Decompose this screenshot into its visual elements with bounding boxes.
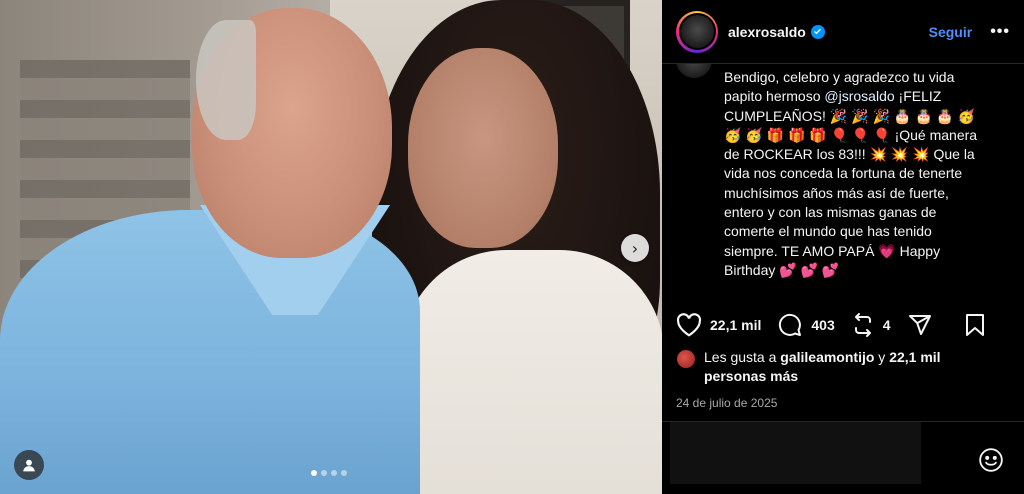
mention-link[interactable]: @jsrosaldo <box>824 88 894 104</box>
caption-text: Bendigo, celebro y agradezco tu vida pap… <box>724 68 1014 280</box>
comment-button[interactable]: 403 <box>777 313 835 337</box>
caption-line: Bendigo, celebro y agradezco tu vida <box>724 69 955 85</box>
repost-icon <box>854 313 871 337</box>
caption-line: CUMPLEAÑOS! 🎉 🎉 🎉 🎂 🎂 🎂 🥳 <box>724 107 976 124</box>
save-button[interactable] <box>964 313 994 337</box>
caption-line: siempre. TE AMO PAPÁ 💗 Happy <box>724 242 941 259</box>
caption-line: comerte el mundo que has tenido <box>724 223 932 240</box>
caption-author-avatar[interactable] <box>676 64 712 78</box>
bookmark-icon <box>966 314 984 336</box>
carousel-dot <box>331 470 337 476</box>
comment-composer <box>662 421 1024 494</box>
author-username[interactable]: alexrosaldo <box>728 24 825 40</box>
post-date[interactable]: 24 de julio de 2025 <box>676 396 777 410</box>
comments-count[interactable]: 403 <box>811 317 834 333</box>
carousel-dot <box>311 470 317 476</box>
caption-line: 🥳 🥳 🎁 🎁 🎁 🎈 🎈 🎈 ¡Qué manera <box>724 126 978 143</box>
chevron-right-icon: › <box>631 238 639 258</box>
photo-woman-shirt <box>402 250 662 494</box>
caption-area: Bendigo, celebro y agradezco tu vida pap… <box>662 64 1024 296</box>
likes-more[interactable]: personas más <box>704 368 798 384</box>
more-options-icon[interactable]: ••• <box>990 23 1010 41</box>
carousel-dot <box>321 470 327 476</box>
carousel-dot <box>341 470 347 476</box>
liker-username[interactable]: galileamontijo <box>780 349 874 365</box>
heart-icon <box>676 313 702 337</box>
carousel-dots <box>311 470 347 476</box>
share-icon <box>908 315 931 335</box>
post-side-panel: alexrosaldo Seguir ••• Bendigo, celebro … <box>662 0 1024 494</box>
user-tag-button[interactable] <box>14 450 44 480</box>
reposts-count[interactable]: 4 <box>883 317 891 333</box>
author-avatar[interactable] <box>676 10 718 53</box>
carousel-next-button[interactable]: › <box>621 234 649 262</box>
likes-total[interactable]: 22,1 mil <box>889 349 940 365</box>
author-username-text[interactable]: alexrosaldo <box>728 24 806 40</box>
caption-line: Birthday 💕 💕 💕 <box>724 261 840 278</box>
repost-button[interactable]: 4 <box>851 313 891 337</box>
action-bar: 22,1 mil 403 4 <box>676 308 1010 342</box>
comment-input-redacted[interactable] <box>670 422 921 484</box>
liker-avatar[interactable] <box>676 349 696 369</box>
emoji-icon[interactable] <box>978 447 1004 473</box>
photo-man-hair <box>196 20 256 140</box>
caption-line: de ROCKEAR los 83!!! 💥 💥 💥 Que la <box>724 146 975 163</box>
user-tag-icon <box>23 459 35 472</box>
caption-line: vida nos conceda la fortuna de tenerte <box>724 165 963 182</box>
caption-line: papito hermoso @jsrosaldo ¡FELIZ <box>724 88 942 105</box>
like-button[interactable]: 22,1 mil <box>676 313 761 337</box>
post-image[interactable]: › <box>0 0 662 494</box>
photo-woman-face <box>408 48 558 248</box>
caption-line: muchísimos años más así de fuerte, <box>724 184 949 201</box>
verified-badge-icon <box>810 24 825 39</box>
post-header: alexrosaldo Seguir ••• <box>662 0 1024 64</box>
caption-line: entero y con las mismas ganas de <box>724 204 937 221</box>
likes-count[interactable]: 22,1 mil <box>710 317 761 333</box>
likes-summary: Les gusta a galileamontijo y 22,1 mil pe… <box>676 348 1010 386</box>
follow-button[interactable]: Seguir <box>929 24 973 40</box>
likes-text: Les gusta a galileamontijo y 22,1 mil pe… <box>704 349 941 384</box>
comment-icon <box>779 313 802 336</box>
share-button[interactable] <box>907 313 941 337</box>
